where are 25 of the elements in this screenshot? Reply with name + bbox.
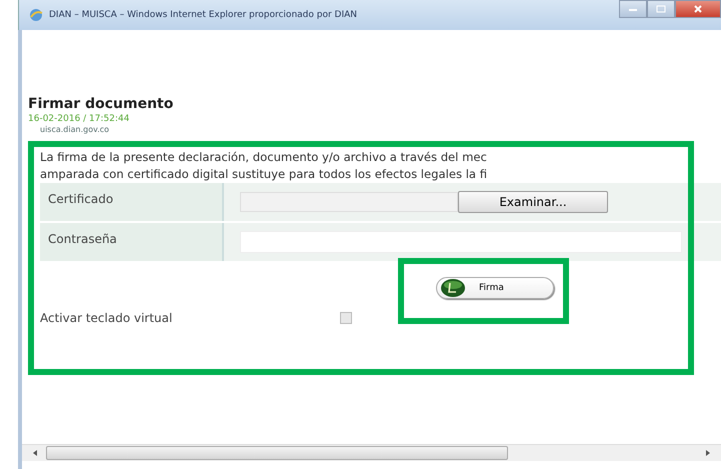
minimize-button[interactable] xyxy=(619,0,647,18)
browse-button[interactable]: Examinar... xyxy=(458,191,608,213)
scroll-right-icon[interactable] xyxy=(705,450,711,456)
timestamp: 16-02-2016 / 17:52:44 xyxy=(28,114,130,124)
scroll-left-icon[interactable] xyxy=(32,450,38,456)
browser-icon xyxy=(29,8,43,22)
close-button[interactable] xyxy=(675,0,721,18)
page-heading: Firmar documento xyxy=(28,96,174,112)
checkbox-label: Activar teclado virtual xyxy=(39,311,174,325)
field-label: Contraseña xyxy=(40,223,224,261)
minimize-icon xyxy=(628,6,638,12)
notice-text: amparada con certificado digital sustituye para todos los efectos legales la fi xyxy=(39,166,488,183)
maximize-button[interactable] xyxy=(647,0,675,18)
domain-text: uisca.dian.gov.co xyxy=(39,125,110,135)
window-title: DIAN – MUISCA – Windows Internet Explorer proporcionado por DIAN xyxy=(49,10,357,20)
close-icon xyxy=(693,5,703,13)
notice-text: La firma de la presente declaración, documento y/o archivo a través del mec xyxy=(39,149,488,166)
signature-icon xyxy=(441,279,467,297)
scrollbar-thumb[interactable] xyxy=(46,446,508,460)
horizontal-scrollbar[interactable] xyxy=(22,444,721,461)
field-label: Certificado xyxy=(40,183,224,221)
file-path-field[interactable] xyxy=(240,192,458,212)
virtual-keyboard-checkbox[interactable] xyxy=(340,312,352,324)
sign-button[interactable]: Firma xyxy=(436,277,554,299)
maximize-icon xyxy=(656,5,666,13)
